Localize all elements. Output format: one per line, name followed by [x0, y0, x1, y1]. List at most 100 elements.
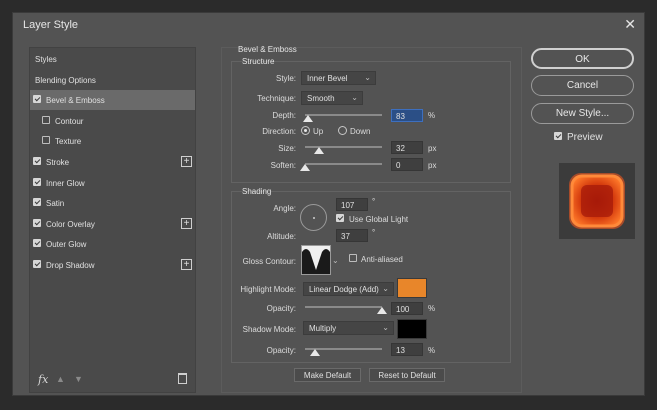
use-global-light-label: Use Global Light — [349, 215, 409, 224]
style-item-label: Stroke — [46, 158, 70, 167]
gloss-contour-preview[interactable] — [301, 245, 331, 275]
direction-up-radio[interactable] — [301, 126, 310, 135]
shadow-mode-value: Multiply — [309, 324, 337, 333]
new-style-button[interactable]: New Style... — [531, 103, 634, 124]
chevron-down-icon[interactable]: ⌄ — [332, 256, 339, 265]
shading-title: Shading — [242, 187, 272, 196]
direction-label: Direction: — [262, 127, 296, 136]
shadow-opacity-input[interactable]: 13 — [391, 343, 423, 356]
preview-label: Preview — [567, 132, 603, 143]
depth-label: Depth: — [272, 111, 296, 120]
fx-icon[interactable]: fx — [38, 373, 48, 386]
cancel-button[interactable]: Cancel — [531, 75, 634, 96]
size-label: Size: — [278, 144, 296, 153]
angle-input[interactable]: 107 — [336, 198, 368, 211]
styles-list-item[interactable]: Satin — [30, 193, 195, 213]
chevron-down-icon: ⌄ — [364, 73, 371, 82]
highlight-opacity-slider[interactable] — [305, 306, 382, 308]
shadow-mode-label: Shadow Mode: — [242, 325, 296, 334]
altitude-label: Altitude: — [267, 232, 296, 241]
styles-list-item[interactable]: Texture — [30, 131, 195, 151]
styles-list-item[interactable]: Drop Shadow + — [30, 255, 195, 275]
anti-aliased-label: Anti-aliased — [361, 255, 403, 264]
gloss-contour-curve-icon — [302, 249, 330, 274]
style-checkbox[interactable] — [42, 136, 50, 145]
soften-slider-thumb[interactable] — [300, 164, 310, 171]
ok-button[interactable]: OK — [531, 48, 634, 69]
shadow-opacity-label: Opacity: — [266, 346, 296, 355]
style-dropdown[interactable]: Inner Bevel ⌄ — [301, 71, 376, 85]
styles-list-item[interactable]: Color Overlay + — [30, 214, 195, 234]
shadow-color-swatch[interactable] — [397, 319, 427, 339]
style-checkbox[interactable] — [33, 198, 41, 207]
highlight-mode-dropdown[interactable]: Linear Dodge (Add) ⌄ — [303, 282, 394, 296]
styles-list-item[interactable]: Blending Options — [30, 70, 195, 90]
shadow-opacity-unit: % — [428, 346, 436, 355]
technique-label: Technique: — [257, 94, 296, 103]
add-effect-icon[interactable]: + — [181, 259, 192, 270]
style-checkbox[interactable] — [33, 177, 41, 186]
size-unit: px — [428, 144, 437, 153]
layer-style-dialog: Layer Style ✕ fx ▲ ▼ Styles Blending Opti… — [12, 12, 645, 396]
style-preview-swatch-icon — [569, 173, 625, 229]
depth-slider-thumb[interactable] — [303, 115, 313, 122]
add-effect-icon[interactable]: + — [181, 217, 192, 229]
chevron-down-icon: ⌄ — [382, 284, 389, 293]
style-item-label: Satin — [46, 199, 65, 209]
make-default-button[interactable]: Make Default — [294, 368, 361, 382]
structure-title: Structure — [242, 57, 275, 66]
depth-slider[interactable] — [305, 114, 382, 116]
technique-value: Smooth — [307, 94, 335, 103]
angle-unit: ° — [372, 197, 376, 206]
style-item-label: Outer Glow — [46, 240, 87, 250]
style-checkbox[interactable] — [33, 95, 41, 104]
size-slider-thumb[interactable] — [314, 147, 324, 154]
chevron-down-icon: ⌄ — [351, 93, 358, 102]
soften-slider[interactable] — [305, 163, 382, 165]
direction-up-label: Up — [313, 127, 324, 136]
size-input[interactable]: 32 — [391, 141, 423, 154]
soften-input[interactable]: 0 — [391, 158, 423, 171]
highlight-mode-value: Linear Dodge (Add) — [309, 285, 379, 294]
highlight-opacity-input[interactable]: 100 — [391, 302, 423, 315]
gloss-contour-label: Gloss Contour: — [242, 257, 296, 266]
anti-aliased-checkbox[interactable] — [349, 254, 357, 262]
highlight-opacity-thumb[interactable] — [377, 307, 387, 314]
style-item-label: Texture — [55, 137, 82, 147]
use-global-light-checkbox[interactable] — [336, 214, 344, 222]
direction-down-radio[interactable] — [338, 126, 347, 135]
styles-list-item[interactable]: Contour — [30, 111, 195, 131]
altitude-input[interactable]: 37 — [336, 229, 368, 242]
styles-list-item[interactable]: Bevel & Emboss — [30, 90, 195, 111]
style-label: Style: — [275, 74, 296, 83]
style-checkbox[interactable] — [33, 260, 41, 268]
styles-list-item[interactable]: Stroke + — [30, 152, 195, 172]
style-checkbox[interactable] — [33, 157, 41, 165]
soften-unit: px — [428, 161, 437, 170]
style-item-label: Blending Options — [35, 75, 96, 85]
style-item-label: Inner Glow — [46, 178, 85, 188]
style-value: Inner Bevel — [307, 74, 348, 83]
preview-checkbox[interactable] — [554, 132, 562, 140]
styles-list-item[interactable]: Outer Glow — [30, 234, 195, 254]
style-checkbox[interactable] — [33, 218, 41, 227]
shadow-opacity-thumb[interactable] — [310, 349, 320, 356]
highlight-color-swatch[interactable] — [397, 278, 427, 298]
angle-dial[interactable] — [300, 204, 327, 231]
trash-icon[interactable] — [178, 373, 187, 384]
highlight-opacity-unit: % — [428, 304, 436, 313]
style-item-label: Contour — [55, 116, 84, 126]
styles-list-item[interactable]: Inner Glow — [30, 173, 195, 193]
altitude-unit: ° — [372, 228, 376, 237]
technique-dropdown[interactable]: Smooth ⌄ — [301, 91, 363, 105]
reset-to-default-button[interactable]: Reset to Default — [369, 368, 445, 382]
chevron-down-icon: ⌄ — [382, 323, 389, 332]
style-checkbox[interactable] — [33, 239, 41, 248]
angle-label: Angle: — [273, 204, 296, 213]
style-checkbox[interactable] — [42, 115, 50, 124]
styles-list-item[interactable]: Styles — [30, 49, 195, 69]
close-icon[interactable]: ✕ — [624, 16, 636, 33]
shadow-mode-dropdown[interactable]: Multiply ⌄ — [303, 321, 394, 335]
depth-input[interactable]: 83 — [391, 109, 423, 122]
add-effect-icon[interactable]: + — [181, 156, 192, 167]
